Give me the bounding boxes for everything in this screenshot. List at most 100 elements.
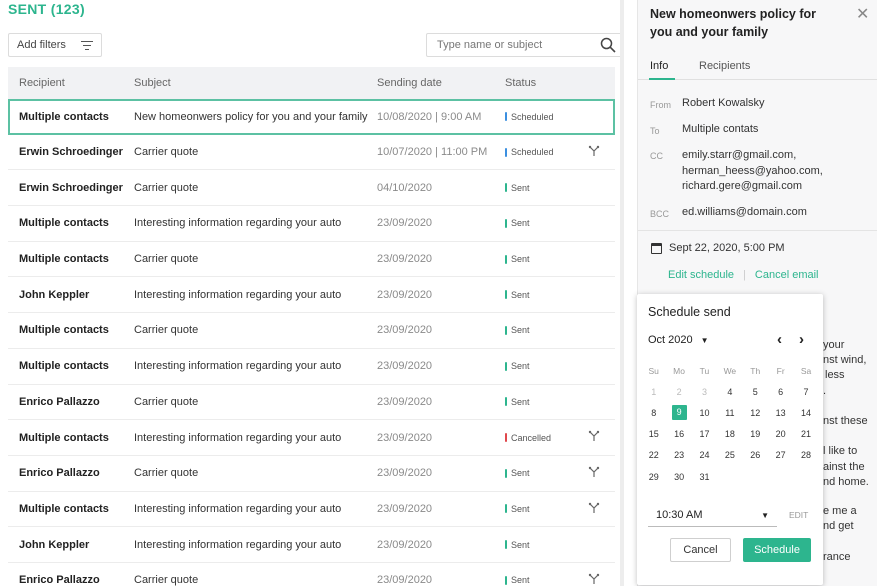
calendar-day[interactable]: 19 [743,429,768,439]
subject-cell: Interesting information regarding your a… [134,502,342,515]
calendar-day[interactable]: 10 [692,408,717,418]
status-text: Scheduled [511,147,554,158]
edit-time-link[interactable]: EDIT [789,510,808,520]
recipient-cell: Multiple contacts [19,360,109,373]
table-row[interactable]: Enrico Pallazzo Carrier quote 23/09/2020 Se… [8,456,615,492]
month-select[interactable]: Oct 2020 ▼ [648,334,709,346]
table-row[interactable]: Enrico Pallazzo Carrier quote 23/09/2020 Se… [8,563,615,586]
calendar-day[interactable]: 29 [641,472,666,482]
calendar-day[interactable]: 8 [641,408,666,418]
schedule-actions: Edit schedule | Cancel email [668,269,819,281]
calendar-day[interactable]: 27 [768,450,793,460]
col-sending-date[interactable]: Sending date [377,77,442,89]
table-row[interactable]: Multiple contacts Interesting information… [8,349,615,385]
calendar-day[interactable]: 24 [692,450,717,460]
search-box [426,33,623,57]
calendar-day-selected[interactable]: 9 [666,405,691,421]
weekday-label: Tu [699,365,710,376]
calendar-day[interactable]: 15 [641,429,666,439]
status-badge: Sent [505,254,530,264]
chevron-right-icon[interactable]: › [799,331,804,348]
calendar-day[interactable]: 28 [793,450,818,460]
link-separator: | [743,269,746,281]
calendar-day[interactable]: 31 [692,472,717,482]
calendar-day[interactable]: 12 [743,408,768,418]
chevron-left-icon[interactable]: ‹ [777,331,782,348]
calendar-day[interactable]: 20 [768,429,793,439]
calendar-day[interactable]: 30 [666,472,691,482]
table-row[interactable]: Multiple contacts Interesting information… [8,206,615,242]
table-row[interactable]: Enrico Pallazzo Carrier quote 23/09/2020 Se… [8,385,615,421]
status-text: Sent [511,575,530,586]
tracking-icon[interactable] [588,145,600,157]
day-number: 4 [727,386,733,397]
calendar-day[interactable]: 11 [717,408,742,418]
table-row[interactable]: John Keppler Interesting information rega… [8,277,615,314]
day-number: 8 [651,407,657,418]
tracking-icon[interactable] [588,573,600,585]
list-scrollbar[interactable] [620,0,624,586]
col-status[interactable]: Status [505,77,536,89]
tracking-icon[interactable] [588,502,600,514]
close-icon[interactable]: ✕ [856,4,869,24]
cancel-email-link[interactable]: Cancel email [755,269,819,281]
from-value: Robert Kowalsky [682,97,765,109]
schedule-button[interactable]: Schedule [743,538,811,562]
subject-cell: Interesting information regarding your a… [134,360,342,373]
status-text: Sent [511,182,530,193]
recipient-cell: Multiple contacts [19,217,109,230]
search-input[interactable] [427,34,587,56]
body-text-fragment: ainst the [823,461,865,473]
calendar-day[interactable]: 5 [743,387,768,397]
table-row[interactable]: Erwin Schroedinger Carrier quote 04/10/202… [8,170,615,207]
calendar-day[interactable]: 1 [641,387,666,397]
cancel-button[interactable]: Cancel [670,538,731,562]
calendar-day[interactable]: 6 [768,387,793,397]
table-row[interactable]: John Keppler Interesting information rega… [8,527,615,563]
calendar-day[interactable]: 7 [793,387,818,397]
tracking-icon[interactable] [588,466,600,478]
calendar-day[interactable]: 3 [692,387,717,397]
calendar-day[interactable]: 16 [666,429,691,439]
edit-schedule-link[interactable]: Edit schedule [668,269,734,281]
calendar-day[interactable]: 13 [768,408,793,418]
day-number: 18 [724,429,735,440]
calendar-day[interactable]: 4 [717,387,742,397]
table-row[interactable]: Multiple contacts Carrier quote 23/09/2020… [8,242,615,278]
time-select[interactable]: 10:30 AM ▼ [648,504,777,527]
col-recipient[interactable]: Recipient [19,77,65,89]
status-badge: Sent [505,397,530,407]
status-indicator [505,504,507,514]
col-subject[interactable]: Subject [134,77,171,89]
status-badge: Sent [505,540,530,550]
date-cell: 23/09/2020 [377,502,433,515]
calendar-icon [651,242,662,254]
calendar-day[interactable]: 22 [641,450,666,460]
calendar-day[interactable]: 23 [666,450,691,460]
date-cell: 23/09/2020 [377,324,433,337]
calendar-day[interactable]: 18 [717,429,742,439]
calendar-day[interactable]: 2 [666,387,691,397]
day-number: 25 [724,450,735,461]
calendar-day[interactable]: 17 [692,429,717,439]
table-row[interactable]: Multiple contacts Interesting information… [8,420,615,456]
table-row[interactable]: Multiple contacts New homeonwers policy f… [8,99,615,135]
day-number: 19 [750,429,761,440]
calendar-day[interactable]: 14 [793,408,818,418]
status-indicator [505,112,507,122]
day-number: 9 [671,405,687,421]
calendar-day[interactable]: 21 [793,429,818,439]
add-filters-button[interactable]: Add filters [8,33,102,57]
calendar-day[interactable]: 25 [717,450,742,460]
table-row[interactable]: Erwin Schroedinger Carrier quote 10/07/202… [8,135,615,171]
search-icon[interactable] [600,37,616,53]
date-cell: 10/07/2020 | 11:00 PM [377,146,488,159]
table-row[interactable]: Multiple contacts Interesting information… [8,492,615,528]
tracking-icon[interactable] [588,430,600,442]
calendar-day[interactable]: 26 [743,450,768,460]
tab-recipients[interactable]: Recipients [699,60,750,72]
table-row[interactable]: Multiple contacts Carrier quote 23/09/2020… [8,313,615,349]
tab-info[interactable]: Info [650,60,668,72]
body-text-fragment: nd get [823,520,854,532]
date-cell: 23/09/2020 [377,253,433,266]
